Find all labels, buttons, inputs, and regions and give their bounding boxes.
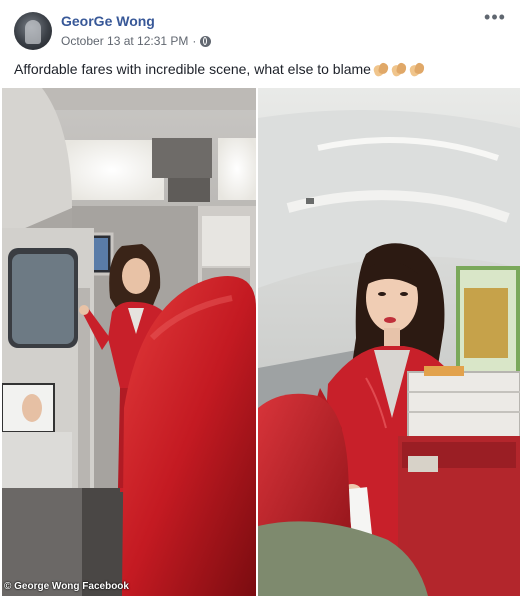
caption-emojis [373,62,427,77]
post-caption: Affordable fares with incredible scene, … [14,61,427,77]
post-photo-right[interactable] [258,88,520,596]
clap-icon [391,62,407,77]
meta-separator: · [192,34,197,48]
globe-icon [200,35,212,47]
facebook-post: GeorGe Wong October 13 at 12:31 PM · •••… [0,0,520,596]
caption-text: Affordable fares with incredible scene, … [14,61,371,77]
avatar[interactable] [14,12,52,50]
author-name[interactable]: GeorGe Wong [61,13,155,29]
clap-icon [373,62,389,77]
photo-credit: © George Wong Facebook [4,581,129,592]
clap-icon [409,62,425,77]
post-meta: October 13 at 12:31 PM · [61,34,212,48]
post-photo-left[interactable] [2,88,256,596]
cabin-aisle-scene [2,88,256,596]
post-timestamp[interactable]: October 13 at 12:31 PM [61,34,188,48]
attendant-closeup-scene [258,88,520,596]
more-options-icon[interactable]: ••• [484,8,506,28]
